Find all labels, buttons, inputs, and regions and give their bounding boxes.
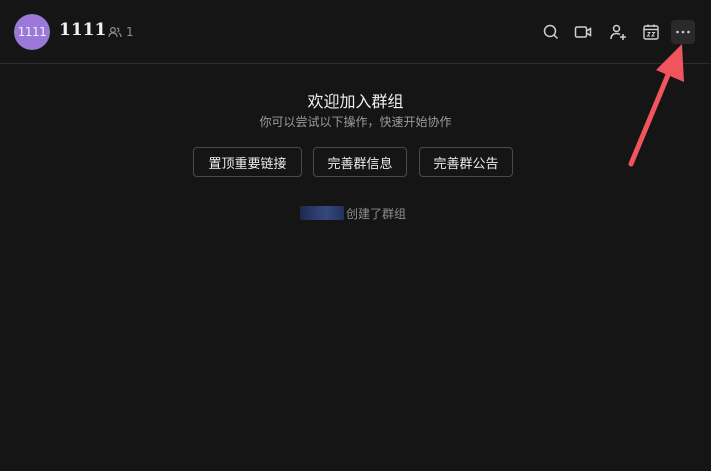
creator-notice: 创建了群组 (300, 204, 406, 222)
add-member-icon (610, 24, 626, 40)
search-button[interactable] (539, 20, 563, 44)
video-call-icon (574, 26, 592, 38)
more-icon (676, 30, 690, 34)
pin-links-button[interactable]: 置顶重要链接 (193, 147, 302, 177)
video-call-button[interactable] (571, 20, 595, 44)
group-avatar[interactable]: 1111 (14, 14, 50, 50)
welcome-subtitle: 你可以尝试以下操作，快速开始协作 (259, 115, 452, 129)
calendar-icon (643, 24, 659, 40)
member-count[interactable]: 1 (108, 24, 134, 40)
group-name[interactable]: 1111 (59, 20, 106, 40)
members-icon (108, 26, 122, 38)
complete-group-info-button[interactable]: 完善群信息 (313, 147, 407, 177)
search-icon (543, 24, 559, 40)
annotation-arrow (628, 44, 684, 167)
redacted-username (300, 206, 344, 220)
creator-notice-text: 创建了群组 (346, 206, 407, 221)
chat-header: 1111 1111 1 (0, 0, 711, 64)
chat-window: 1111 1111 1 欢迎加入群组 你可以尝试以下操作，快速开始协作 置顶重要… (0, 0, 711, 471)
complete-group-notice-button[interactable]: 完善群公告 (419, 147, 513, 177)
member-count-value: 1 (126, 25, 134, 39)
welcome-title: 欢迎加入群组 (307, 92, 404, 111)
